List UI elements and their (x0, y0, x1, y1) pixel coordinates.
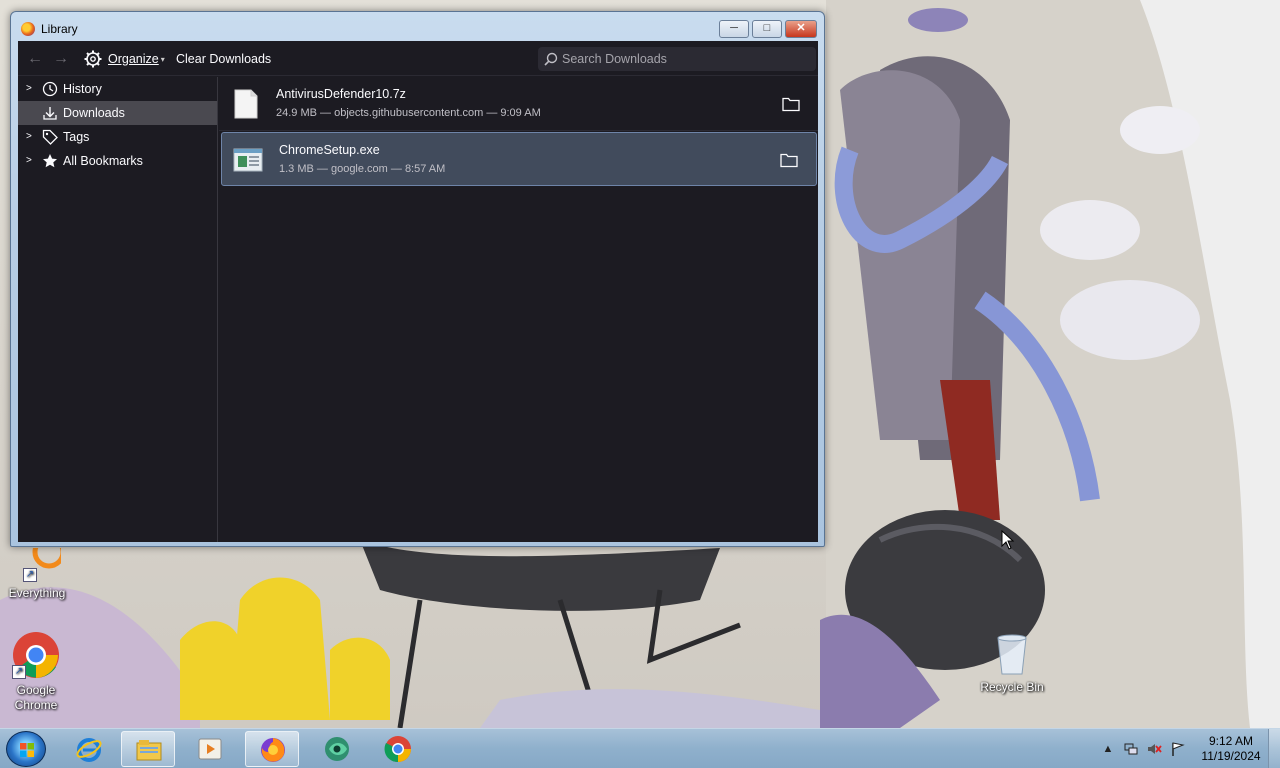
shortcut-arrow-icon: ↗ (23, 568, 37, 582)
organize-button[interactable]: Organize ▾ (108, 52, 165, 66)
taskbar-app[interactable] (310, 731, 364, 767)
chevron-right-icon[interactable]: > (26, 131, 36, 143)
sidebar-item-tags[interactable]: > Tags (18, 125, 217, 149)
search-box[interactable] (538, 47, 816, 71)
download-filename: AntivirusDefender10.7z (276, 87, 406, 101)
media-player-icon (198, 738, 222, 760)
installer-icon (233, 148, 263, 172)
chevron-right-icon[interactable]: > (26, 155, 36, 167)
star-icon (43, 154, 57, 168)
folder-icon[interactable] (782, 96, 800, 112)
folder-icon[interactable] (780, 152, 798, 168)
show-hidden-icons-icon[interactable]: ▲ (1100, 741, 1116, 757)
sidebar-item-history[interactable]: > History (18, 77, 217, 101)
clock-icon (42, 81, 58, 97)
window-titlebar[interactable]: Library ─ □ ✕ (11, 12, 824, 42)
recycle-bin-icon (992, 632, 1032, 676)
organize-label: Organize (108, 52, 159, 66)
clock-date: 11/19/2024 (1201, 749, 1261, 763)
show-desktop-button[interactable] (1268, 729, 1280, 768)
sidebar-item-downloads[interactable]: Downloads (18, 101, 217, 125)
chevron-down-icon: ▾ (160, 55, 165, 65)
everything-icon: ↗ (13, 535, 66, 582)
taskbar-media-player[interactable] (183, 731, 237, 767)
desktop-icon-everything[interactable]: ↗ Everything (1, 535, 73, 601)
taskbar: ▲ 9:12 AM 11/19/2024 (0, 728, 1280, 768)
library-client-area: ← → Organize▾ Clear Downloads > His (18, 41, 818, 542)
taskbar-firefox[interactable] (245, 731, 299, 767)
sidebar-item-label: Tags (63, 130, 90, 144)
desktop-icon-label: Recycle Bin (980, 680, 1044, 694)
action-center-flag-icon[interactable] (1170, 741, 1186, 757)
download-details: 1.3 MB — google.com — 8:57 AM (279, 163, 446, 175)
minimize-button[interactable]: ─ (719, 20, 749, 38)
desktop-icon-label: Everything (8, 586, 66, 600)
taskbar-chrome[interactable] (371, 731, 425, 767)
app-icon (325, 737, 349, 761)
taskbar-file-explorer[interactable] (121, 731, 175, 767)
window-title: Library (41, 22, 78, 36)
mouse-cursor-icon (1001, 530, 1015, 550)
maximize-button[interactable]: □ (752, 20, 782, 38)
forward-arrow-icon[interactable]: → (52, 50, 70, 68)
chrome-icon: ↗ (12, 631, 60, 679)
shortcut-arrow-icon: ↗ (12, 665, 26, 679)
firefox-icon (261, 738, 285, 762)
chrome-icon (384, 736, 411, 763)
sidebar-item-label: All Bookmarks (63, 154, 143, 168)
library-toolbar: ← → Organize ▾ Clear Downloads (18, 41, 818, 76)
start-button[interactable] (6, 731, 46, 767)
library-window: Library ─ □ ✕ ← → Organize ▾ Clear Downlo… (10, 11, 825, 547)
downloads-list: AntivirusDefender10.7z 24.9 MB — objects… (219, 77, 818, 542)
download-details: 24.9 MB — objects.githubusercontent.com … (276, 107, 541, 119)
close-button[interactable]: ✕ (785, 20, 817, 38)
sidebar-item-all-bookmarks[interactable]: > All Bookmarks (18, 149, 217, 173)
clock-time: 9:12 AM (1208, 734, 1254, 748)
sidebar-item-label: Downloads (63, 106, 125, 120)
download-item[interactable]: ChromeSetup.exe 1.3 MB — google.com — 8:… (221, 132, 817, 186)
library-sidebar: > History Downloads > Tags > All Bookmar… (18, 77, 218, 542)
tag-icon (42, 129, 58, 145)
volume-muted-icon[interactable] (1146, 741, 1162, 757)
search-icon (544, 52, 558, 66)
desktop-icon-google-chrome[interactable]: ↗ Google Chrome (0, 631, 72, 713)
firefox-icon (21, 22, 35, 36)
search-input[interactable] (562, 47, 810, 71)
clear-downloads-button[interactable]: Clear Downloads (176, 52, 271, 66)
back-arrow-icon[interactable]: ← (26, 50, 44, 68)
desktop-icon-label: Google Chrome (14, 683, 58, 712)
network-icon[interactable] (1123, 741, 1139, 757)
taskbar-clock[interactable]: 9:12 AM 11/19/2024 (1196, 734, 1266, 764)
file-explorer-icon (136, 740, 162, 761)
sidebar-item-label: History (63, 82, 102, 96)
windows-logo-icon (20, 743, 34, 757)
download-icon (43, 107, 57, 120)
taskbar-internet-explorer[interactable] (62, 731, 116, 767)
download-filename: ChromeSetup.exe (279, 143, 380, 157)
desktop-icon-recycle-bin[interactable]: Recycle Bin (976, 632, 1048, 695)
gear-icon[interactable] (84, 50, 102, 68)
chevron-right-icon[interactable]: > (26, 83, 36, 95)
file-icon (234, 89, 258, 119)
download-item[interactable]: AntivirusDefender10.7z 24.9 MB — objects… (219, 77, 818, 131)
internet-explorer-icon (76, 738, 102, 762)
